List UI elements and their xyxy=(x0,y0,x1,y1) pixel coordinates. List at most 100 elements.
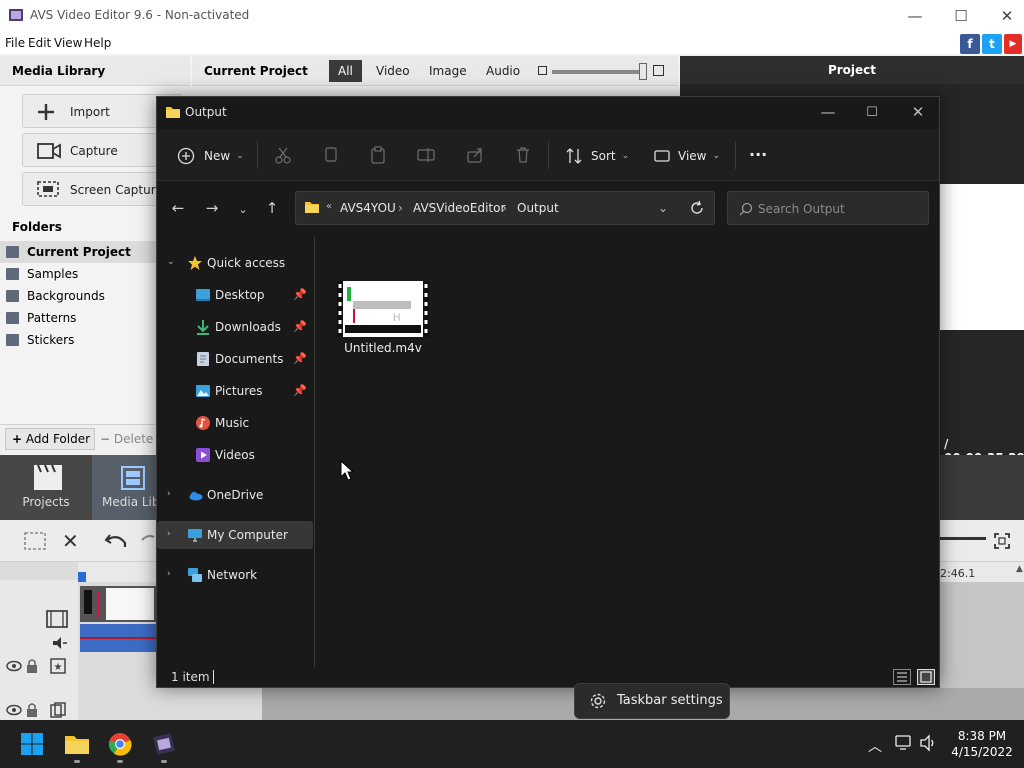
expand-chevron-icon[interactable]: ⌄ xyxy=(167,257,175,267)
sort-button[interactable]: Sort ⌄ xyxy=(565,143,629,169)
up-arrow-icon[interactable]: ↑ xyxy=(261,199,283,217)
youtube-icon[interactable]: ▶ xyxy=(1004,34,1022,54)
track-lock-icon[interactable] xyxy=(26,658,38,674)
zoom-small-icon[interactable] xyxy=(538,66,547,75)
delete-folder-button[interactable]: − Delete F xyxy=(100,428,164,450)
delete-icon[interactable] xyxy=(514,146,532,164)
twitter-icon[interactable]: t xyxy=(982,34,1002,54)
timeline-zoom-slider[interactable] xyxy=(940,537,986,540)
show-hidden-icons-chevron-icon[interactable]: ︿ xyxy=(868,736,882,756)
screen-capture-button-label: Screen Capture xyxy=(70,183,163,197)
filter-tab-audio[interactable]: Audio xyxy=(477,60,529,82)
file-name[interactable]: Untitled.m4v xyxy=(333,341,433,355)
playhead-marker[interactable] xyxy=(78,572,86,582)
filter-tab-all[interactable]: All xyxy=(329,60,362,82)
facebook-icon[interactable]: f xyxy=(960,34,980,54)
explorer-maximize-button[interactable]: ☐ xyxy=(849,97,895,127)
add-folder-button[interactable]: + Add Folder xyxy=(5,428,95,450)
system-clock[interactable]: 8:38 PM 4/15/2022 xyxy=(944,728,1020,760)
taskbar-file-explorer[interactable] xyxy=(57,724,97,764)
copy-icon[interactable] xyxy=(322,146,340,164)
filter-tab-image[interactable]: Image xyxy=(420,60,476,82)
nav-my-computer[interactable]: › My Computer xyxy=(157,521,313,549)
breadcrumb-separator-icon[interactable]: › xyxy=(502,201,507,215)
paste-icon[interactable] xyxy=(369,146,387,164)
nav-media-library-button[interactable]: Media Libra xyxy=(92,455,172,520)
storyboard-icon[interactable] xyxy=(24,531,46,551)
forward-arrow-icon[interactable]: → xyxy=(201,199,223,217)
speaker-icon[interactable] xyxy=(919,734,937,752)
nav-quick-access[interactable]: ⌄ Quick access xyxy=(157,249,313,277)
camera-icon xyxy=(37,142,61,160)
delete-icon[interactable]: ✕ xyxy=(62,529,79,553)
search-input[interactable] xyxy=(758,200,923,218)
timeline-video-clip[interactable] xyxy=(80,586,156,622)
track-visibility-icon[interactable] xyxy=(6,704,22,716)
avs-maximize-button[interactable]: ☐ xyxy=(938,0,984,32)
details-view-icon[interactable] xyxy=(893,669,911,685)
menu-file[interactable]: File xyxy=(5,36,25,50)
nav-music[interactable]: Music xyxy=(157,409,313,437)
nav-documents[interactable]: Documents 📌 xyxy=(157,345,313,373)
breadcrumb-separator-icon[interactable]: › xyxy=(398,201,403,215)
pin-icon[interactable]: 📌 xyxy=(293,320,307,333)
filter-tab-video[interactable]: Video xyxy=(367,60,419,82)
nav-desktop[interactable]: Desktop 📌 xyxy=(157,281,313,309)
menu-help[interactable]: Help xyxy=(84,36,111,50)
explorer-close-button[interactable]: ✕ xyxy=(895,97,939,127)
nav-network[interactable]: › Network xyxy=(157,561,313,589)
expand-chevron-icon[interactable]: › xyxy=(167,489,171,499)
search-box[interactable] xyxy=(727,191,929,225)
audio-track-mute-icon[interactable] xyxy=(52,636,68,650)
nav-projects-button[interactable]: Projects xyxy=(0,455,92,520)
cut-icon[interactable] xyxy=(274,146,292,164)
zoom-slider-thumb[interactable] xyxy=(639,63,647,80)
pin-icon[interactable]: 📌 xyxy=(293,288,307,301)
taskbar-settings-popup[interactable]: Taskbar settings xyxy=(574,683,730,719)
refresh-icon[interactable] xyxy=(689,200,705,216)
rename-icon[interactable] xyxy=(417,146,435,164)
new-button[interactable]: New ⌄ xyxy=(177,143,244,169)
taskbar-avs-video-editor[interactable] xyxy=(144,724,184,764)
overlay-track-icon xyxy=(50,702,66,718)
nav-videos[interactable]: Videos xyxy=(157,441,313,469)
fit-timeline-icon[interactable] xyxy=(994,533,1010,549)
share-icon[interactable] xyxy=(466,146,484,164)
pin-icon[interactable]: 📌 xyxy=(293,384,307,397)
timeline-audio-clip[interactable] xyxy=(80,624,156,652)
large-icons-view-icon[interactable] xyxy=(917,669,935,685)
recent-locations-chevron-icon[interactable]: ⌄ xyxy=(232,203,254,216)
overflow-chevron-icon[interactable]: « xyxy=(326,201,332,212)
nav-downloads[interactable]: Downloads 📌 xyxy=(157,313,313,341)
video-thumbnail-icon[interactable]: |-| xyxy=(337,281,429,337)
avs-close-button[interactable]: ✕ xyxy=(984,0,1024,32)
expand-chevron-icon[interactable]: › xyxy=(167,529,171,539)
menu-view[interactable]: View xyxy=(54,36,82,50)
track-visibility-icon[interactable] xyxy=(6,660,22,672)
menu-edit[interactable]: Edit xyxy=(28,36,51,50)
avs-minimize-button[interactable]: — xyxy=(892,0,938,32)
breadcrumb-avsvideoeditor[interactable]: AVSVideoEditor xyxy=(413,201,505,215)
taskbar-chrome[interactable] xyxy=(100,724,140,764)
back-arrow-icon[interactable]: ← xyxy=(167,199,189,217)
preview-frame xyxy=(940,184,1024,330)
network-status-icon[interactable] xyxy=(895,734,913,752)
zoom-slider-track[interactable] xyxy=(552,70,644,74)
nav-onedrive[interactable]: › OneDrive xyxy=(157,481,313,509)
pin-icon[interactable]: 📌 xyxy=(293,352,307,365)
address-dropdown-chevron-icon[interactable]: ⌄ xyxy=(658,201,668,215)
address-bar[interactable]: « AVS4YOU › AVSVideoEditor › Output ⌄ xyxy=(295,191,715,225)
undo-icon[interactable] xyxy=(104,531,128,551)
start-button[interactable] xyxy=(12,724,52,764)
track-lock-icon[interactable] xyxy=(26,702,38,718)
nav-pictures[interactable]: Pictures 📌 xyxy=(157,377,313,405)
redo-icon[interactable] xyxy=(140,531,156,551)
more-options-button[interactable]: ··· xyxy=(749,141,767,167)
explorer-minimize-button[interactable]: — xyxy=(805,97,851,127)
breadcrumb-output[interactable]: Output xyxy=(517,201,559,215)
zoom-large-icon[interactable] xyxy=(653,65,664,76)
breadcrumb-avs4you[interactable]: AVS4YOU xyxy=(340,201,396,215)
view-button[interactable]: View ⌄ xyxy=(654,143,720,169)
scroll-up-arrow-icon[interactable]: ▲ xyxy=(1016,564,1023,574)
expand-chevron-icon[interactable]: › xyxy=(167,569,171,579)
